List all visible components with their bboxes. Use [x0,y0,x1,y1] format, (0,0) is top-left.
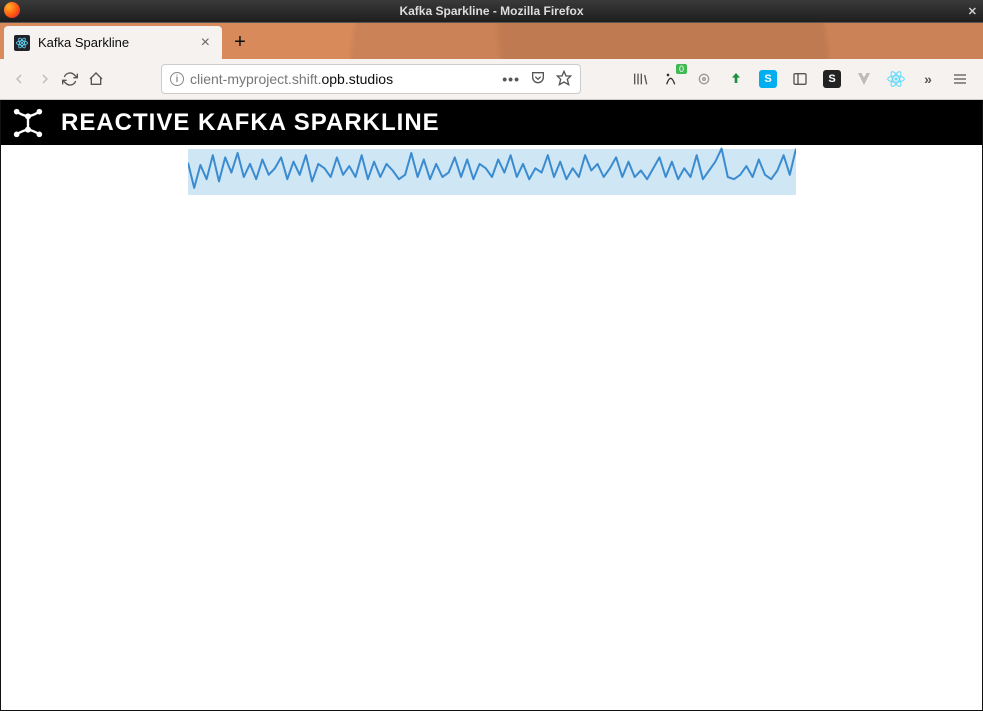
toolbar-extensions: S S » [625,64,975,94]
firefox-icon [4,2,20,18]
tab-close-button[interactable]: × [199,34,212,52]
page-content: REACTIVE KAFKA SPARKLINE [0,100,983,711]
window-title: Kafka Sparkline - Mozilla Firefox [399,4,583,18]
app-title: REACTIVE KAFKA SPARKLINE [61,109,440,137]
extension-react-icon[interactable] [881,64,911,94]
overflow-icon[interactable]: » [913,64,943,94]
window-titlebar: Kafka Sparkline - Mozilla Firefox ✕ [0,0,983,22]
sparkline-chart [188,149,796,195]
page-actions-icon[interactable]: ••• [502,71,520,87]
bookmark-star-icon[interactable] [556,70,572,89]
react-icon [14,35,30,51]
tab-title: Kafka Sparkline [38,35,191,50]
extension-vue-icon[interactable] [849,64,879,94]
extension-badged-icon[interactable] [657,64,687,94]
url-text: client-myproject.shift.opb.studios [190,71,496,87]
url-bar[interactable]: i client-myproject.shift.opb.studios ••• [161,64,581,94]
library-icon[interactable] [625,64,655,94]
extension-gear-icon[interactable] [689,64,719,94]
home-button[interactable] [85,63,107,95]
extension-s-icon[interactable]: S [817,64,847,94]
extension-skype-icon[interactable]: S [753,64,783,94]
app-logo-icon [9,106,47,140]
back-button[interactable] [8,63,30,95]
browser-tab[interactable]: Kafka Sparkline × [4,26,222,59]
info-icon[interactable]: i [170,72,184,86]
nav-toolbar: i client-myproject.shift.opb.studios ••• [0,59,983,100]
url-actions: ••• [502,70,572,89]
content-area [1,145,982,195]
extension-upload-icon[interactable] [721,64,751,94]
window-close-button[interactable]: ✕ [968,5,977,18]
forward-button[interactable] [34,63,56,95]
sidebar-icon[interactable] [785,64,815,94]
pocket-icon[interactable] [530,70,546,89]
app-header: REACTIVE KAFKA SPARKLINE [1,100,982,145]
reload-button[interactable] [60,63,82,95]
hamburger-menu-icon[interactable] [945,64,975,94]
tab-strip: Kafka Sparkline × + [0,22,983,59]
new-tab-button[interactable]: + [222,26,258,59]
